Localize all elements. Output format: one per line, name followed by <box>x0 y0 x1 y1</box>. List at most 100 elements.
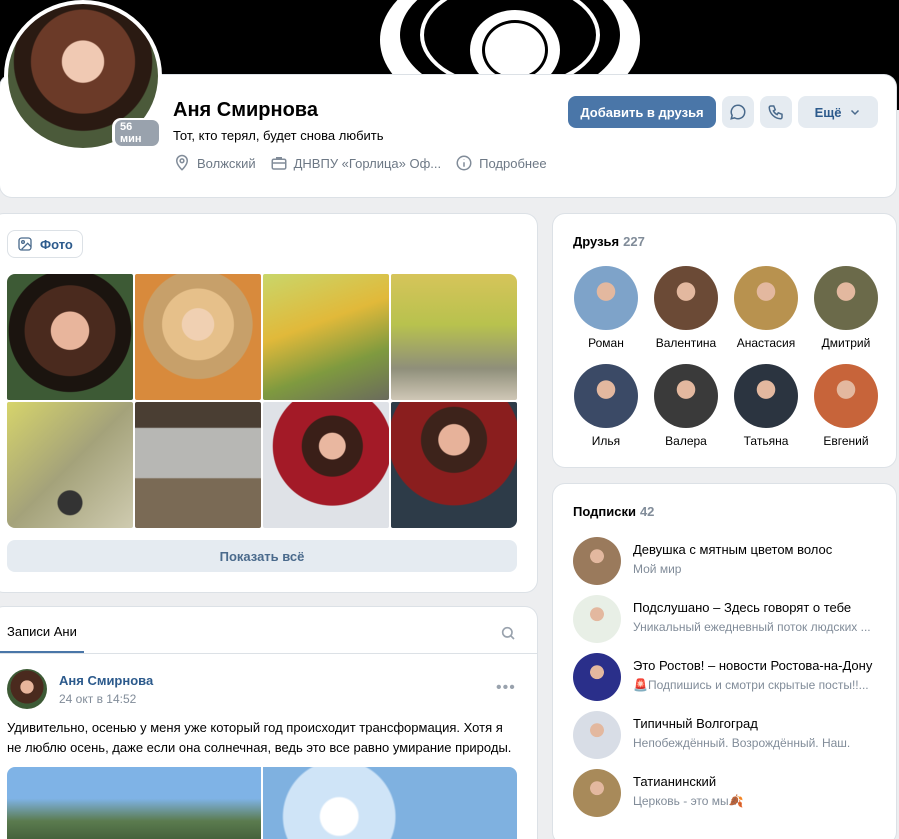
phone-icon <box>768 105 783 120</box>
profile-avatar-wrap[interactable]: 56 мин <box>4 0 162 152</box>
profile-status: Тот, кто терял, будет снова любить <box>173 128 384 143</box>
friends-title-label: Друзья <box>573 234 620 249</box>
subscription-avatar <box>573 769 621 817</box>
friend-avatar <box>654 266 718 330</box>
more-button[interactable]: Ещё <box>798 96 878 128</box>
profile-more-info-label: Подробнее <box>479 155 547 171</box>
subscription-desc: Церковь - это мы🍂 <box>633 794 744 808</box>
subscriptions-title[interactable]: Подписки 42 <box>573 504 654 519</box>
show-all-photos-button[interactable]: Показать всё <box>7 540 517 572</box>
subscription-avatar <box>573 653 621 701</box>
friend-avatar <box>574 364 638 428</box>
friend-avatar <box>734 266 798 330</box>
subscription-desc: Мой мир <box>633 562 682 576</box>
friend-name: Татьяна <box>743 434 789 448</box>
subscription-name: Типичный Волгоград <box>633 716 758 731</box>
photos-tab[interactable]: Фото <box>7 230 83 258</box>
subscription-avatar <box>573 537 621 585</box>
online-time: 56 мин <box>115 120 159 146</box>
subscription-name: Это Ростов! – новости Ростова-на-Дону <box>633 658 873 673</box>
profile-name: Аня Смирнова <box>173 99 318 121</box>
call-button[interactable] <box>760 96 792 128</box>
photos-tab-label: Фото <box>40 236 73 252</box>
photo-thumb[interactable] <box>391 402 517 528</box>
friend-item[interactable]: Валера <box>646 364 726 448</box>
search-icon <box>501 626 515 640</box>
friend-name: Анастасия <box>736 336 796 350</box>
wall-tabs: Записи Ани <box>0 607 537 654</box>
subscription-item[interactable]: Подслушано – Здесь говорят о тебе Уникал… <box>573 595 883 645</box>
post-text: Удивительно, осенью у меня уже который г… <box>7 720 512 755</box>
profile-info: Волжский ДНВПУ «Горлица» Оф... Подробнее <box>173 154 547 172</box>
profile-work-label: ДНВПУ «Горлица» Оф... <box>293 155 442 171</box>
location-icon <box>175 154 189 171</box>
photos-card: Фото Показать всё <box>0 214 537 592</box>
profile-more-info[interactable]: Подробнее <box>455 154 547 172</box>
image-icon <box>18 237 32 251</box>
friend-name: Илья <box>591 434 621 448</box>
friend-avatar <box>814 266 878 330</box>
message-button[interactable] <box>722 96 754 128</box>
post-date[interactable]: 24 окт в 14:52 <box>59 692 136 706</box>
post-image[interactable] <box>7 767 261 839</box>
subscriptions-title-label: Подписки <box>573 504 636 519</box>
friend-item[interactable]: Валентина <box>646 266 726 350</box>
photo-thumb[interactable] <box>263 402 389 528</box>
profile-city[interactable]: Волжский <box>173 154 256 172</box>
subscription-desc: Уникальный ежедневный поток людских ... <box>633 620 871 634</box>
photo-thumb[interactable] <box>7 402 133 528</box>
subscription-desc: 🚨Подпишись и смотри скрытые посты!!... <box>633 678 869 692</box>
message-icon <box>730 104 746 120</box>
subscription-name: Подслушано – Здесь говорят о тебе <box>633 600 852 615</box>
friend-avatar <box>734 364 798 428</box>
profile-city-label: Волжский <box>197 155 256 171</box>
subscription-avatar <box>573 595 621 643</box>
subscription-item[interactable]: Это Ростов! – новости Ростова-на-Дону 🚨П… <box>573 653 883 703</box>
subscription-name: Девушка с мятным цветом волос <box>633 542 833 557</box>
subscription-item[interactable]: Типичный Волгоград Непобеждённый. Возрож… <box>573 711 883 761</box>
friend-item[interactable]: Татьяна <box>726 364 806 448</box>
photo-thumb[interactable] <box>135 274 261 400</box>
friends-card: Друзья 227 Роман Валентина Анастасия Дмит… <box>553 214 896 467</box>
friend-item[interactable]: Евгений <box>806 364 886 448</box>
tab-wall-posts[interactable]: Записи Ани <box>7 624 77 639</box>
photo-thumb[interactable] <box>391 274 517 400</box>
friend-item[interactable]: Илья <box>566 364 646 448</box>
post-author[interactable]: Аня Смирнова <box>59 673 153 688</box>
subscription-item[interactable]: Девушка с мятным цветом волос Мой мир <box>573 537 883 587</box>
briefcase-icon <box>271 157 287 170</box>
subscription-item[interactable]: Татианинский Церковь - это мы🍂 <box>573 769 883 819</box>
friends-title[interactable]: Друзья 227 <box>573 234 645 249</box>
friend-name: Дмитрий <box>821 336 871 350</box>
friend-item[interactable]: Роман <box>566 266 646 350</box>
photo-thumb[interactable] <box>7 274 133 400</box>
friend-item[interactable]: Анастасия <box>726 266 806 350</box>
active-tab-indicator <box>0 651 84 653</box>
chevron-down-icon <box>851 109 860 116</box>
subscription-name: Татианинский <box>633 774 717 789</box>
friend-name: Роман <box>588 336 624 350</box>
photos-grid <box>7 274 517 528</box>
friends-grid: Роман Валентина Анастасия Дмитрий Илья В… <box>566 266 886 448</box>
subscription-avatar <box>573 711 621 759</box>
friend-name: Валентина <box>655 336 717 350</box>
friend-name: Валера <box>665 434 707 448</box>
profile-work[interactable]: ДНВПУ «Горлица» Оф... <box>270 154 442 172</box>
add-friend-button[interactable]: Добавить в друзья <box>568 96 716 128</box>
photo-thumb[interactable] <box>135 402 261 528</box>
post-menu-icon[interactable]: ••• <box>496 679 516 697</box>
subscriptions-count: 42 <box>639 504 655 519</box>
more-button-label: Ещё <box>814 104 842 120</box>
friend-avatar <box>574 266 638 330</box>
post-author-avatar[interactable] <box>7 669 47 709</box>
post-image[interactable] <box>263 767 517 839</box>
info-icon <box>456 155 472 171</box>
photo-thumb[interactable] <box>263 274 389 400</box>
online-badge: 56 мин <box>112 118 162 148</box>
friend-item[interactable]: Дмитрий <box>806 266 886 350</box>
friend-name: Евгений <box>823 434 869 448</box>
friend-avatar <box>654 364 718 428</box>
wall-search-button[interactable] <box>500 625 516 646</box>
wall-card: Записи Ани Аня Смирнова 24 окт в 14:52 •… <box>0 607 537 839</box>
subscriptions-card: Подписки 42 Девушка с мятным цветом волос… <box>553 484 896 839</box>
